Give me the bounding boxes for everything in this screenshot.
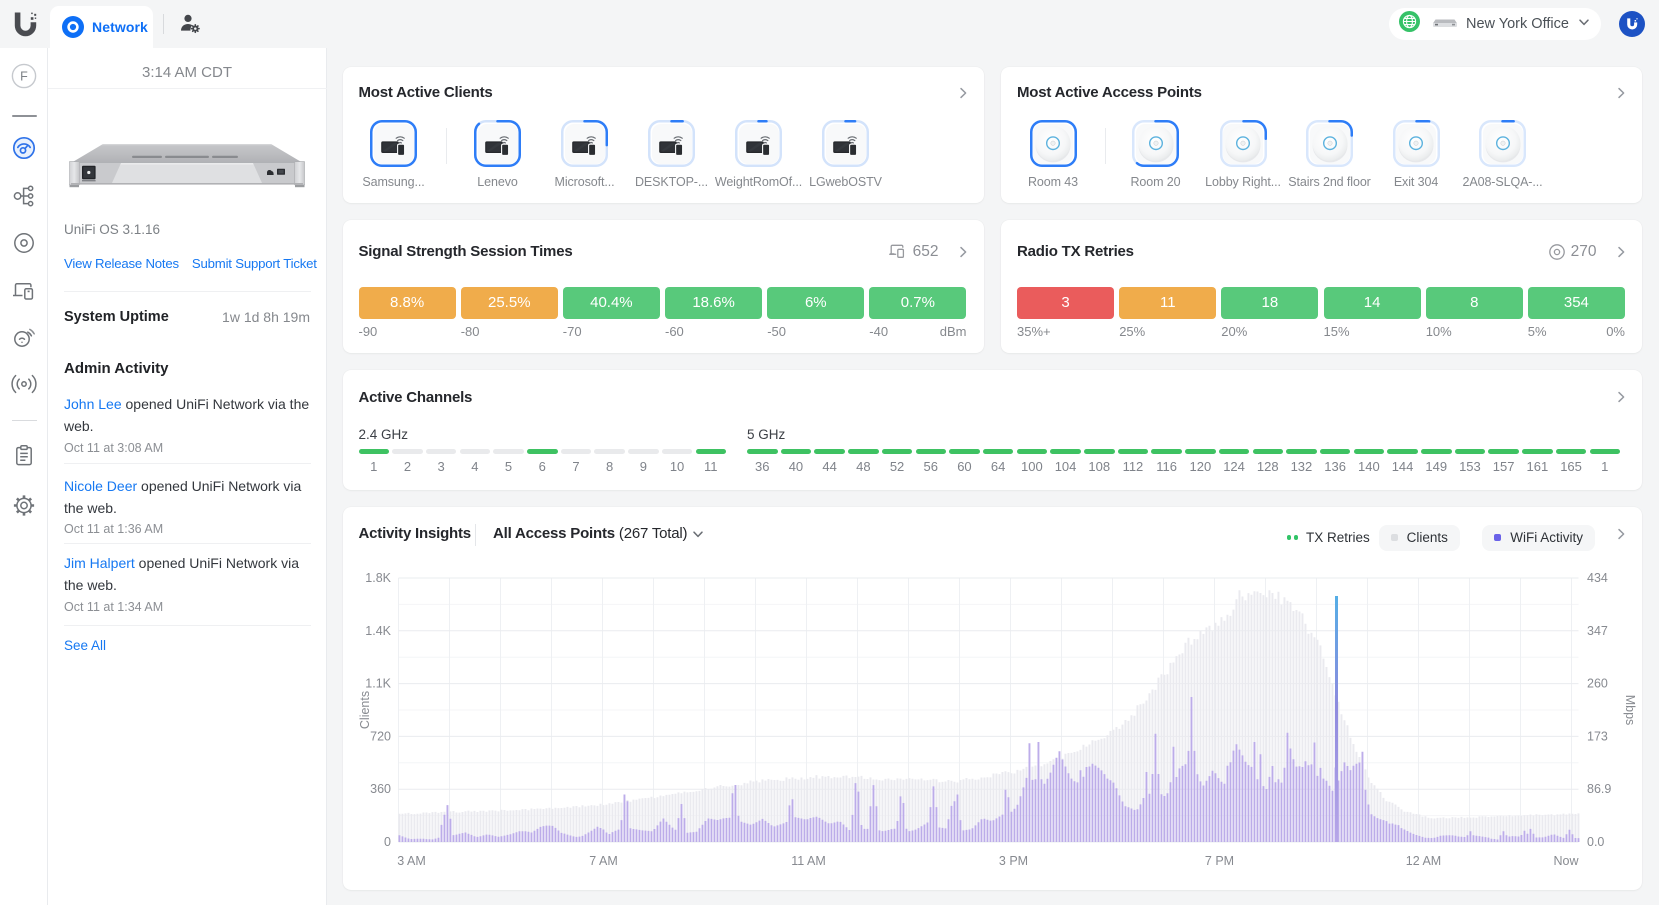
svg-text:Mbps: Mbps	[1623, 695, 1637, 726]
svg-text:0.0: 0.0	[1587, 835, 1604, 849]
svg-text:7 AM: 7 AM	[589, 854, 618, 868]
svg-text:7 PM: 7 PM	[1204, 854, 1233, 868]
svg-text:3 PM: 3 PM	[998, 854, 1027, 868]
svg-text:Now: Now	[1553, 854, 1579, 868]
svg-text:12 AM: 12 AM	[1405, 854, 1440, 868]
svg-text:260: 260	[1587, 677, 1608, 691]
svg-text:F: F	[20, 70, 28, 84]
svg-text:720: 720	[370, 729, 391, 743]
svg-text:347: 347	[1587, 624, 1608, 638]
svg-text:1.4K: 1.4K	[365, 624, 391, 638]
svg-text:3 AM: 3 AM	[397, 854, 426, 868]
svg-text:0: 0	[384, 835, 391, 849]
svg-text:360: 360	[370, 782, 391, 796]
svg-text:Clients: Clients	[358, 691, 372, 729]
svg-text:1.8K: 1.8K	[365, 571, 391, 585]
svg-text:173: 173	[1587, 729, 1608, 743]
svg-text:11 AM: 11 AM	[791, 854, 826, 868]
svg-text:434: 434	[1587, 571, 1608, 585]
svg-text:86.9: 86.9	[1587, 782, 1611, 796]
svg-text:1.1K: 1.1K	[365, 677, 391, 691]
